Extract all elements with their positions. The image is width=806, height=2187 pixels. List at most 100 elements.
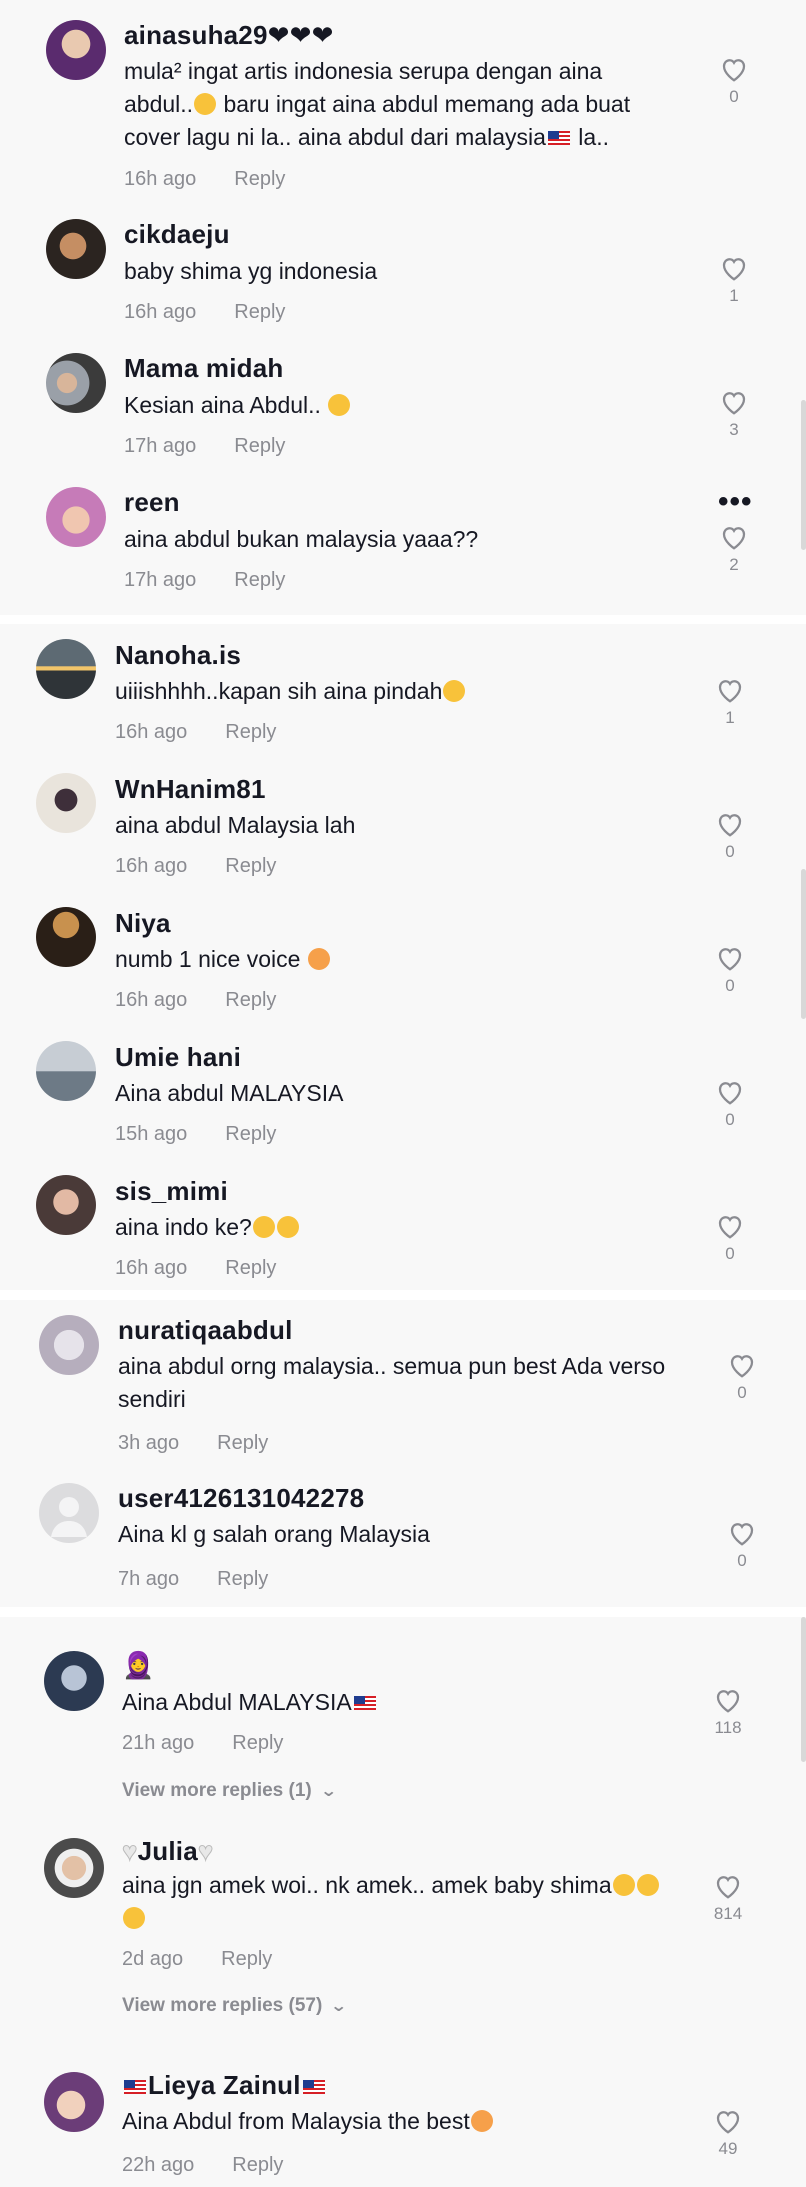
avatar[interactable] [46,20,106,80]
reply-button[interactable]: Reply [225,855,276,877]
avatar[interactable] [44,2072,104,2132]
like-count: 814 [713,1904,743,1923]
comment-text: numb 1 nice voice [115,943,655,976]
avatar[interactable] [44,1651,104,1711]
avatar[interactable] [36,907,96,967]
reply-button[interactable]: Reply [234,569,285,591]
view-more-replies-button[interactable]: View more replies (1) ⌄ [122,1780,337,1802]
comment-username[interactable]: Nanoha.is [115,639,241,671]
comment-time: 15h ago [115,1123,188,1145]
comment-meta: 16h ago Reply [124,166,285,192]
comment-username[interactable]: user4126131042278 [118,1482,364,1514]
heart-outline-icon [718,814,742,837]
like-button[interactable]: 1 [714,254,754,306]
comment-username[interactable]: sis_mimi [115,1175,228,1207]
comment-meta: 21h ago Reply [122,1730,283,1756]
default-avatar-icon [51,1497,87,1537]
comment-username[interactable]: Lieya Zainul [122,2069,327,2101]
avatar[interactable] [46,353,106,413]
comment-item: user4126131042278 Aina kl g salah orang … [0,1468,806,1607]
comment-username[interactable]: Umie hani [115,1041,241,1073]
chevron-down-icon: ⌄ [330,1998,348,2015]
like-button[interactable]: 0 [710,1078,750,1130]
like-button[interactable]: 0 [710,944,750,996]
heart-outline-icon [716,1690,740,1713]
comment-username[interactable]: nuratiqaabdul [118,1314,293,1346]
reply-button[interactable]: Reply [234,435,285,457]
reply-button[interactable]: Reply [234,168,285,190]
avatar[interactable] [46,219,106,279]
like-count: 1 [725,708,735,727]
heart-outline-icon [722,258,746,281]
comment-username[interactable]: reen [124,486,180,518]
like-button[interactable]: 49 [708,2107,748,2159]
heart-outline-icon [730,1355,754,1378]
comment-username[interactable]: 🧕 [122,1649,155,1681]
comment-item: Umie hani Aina abdul MALAYSIA 15h ago Rep… [0,1026,806,1160]
comment-username[interactable]: cikdaeju [124,218,230,250]
comment-meta: 16h ago Reply [115,853,276,879]
reply-button[interactable]: Reply [225,1123,276,1145]
like-button[interactable]: 2 [714,523,754,575]
like-count: 118 [714,1718,742,1737]
avatar[interactable] [36,1041,96,1101]
comment-username[interactable]: Mama midah [124,352,284,384]
like-button[interactable]: 1 [710,676,750,728]
heart-outline-icon [716,2111,740,2134]
comment-text: mula² ingat artis indonesia serupa denga… [124,58,631,150]
reply-button[interactable]: Reply [225,989,276,1011]
comment-time: 17h ago [124,435,197,457]
comment-username[interactable]: ainasuha29❤❤❤ [124,19,334,51]
reply-button[interactable]: Reply [232,2154,283,2176]
like-button[interactable]: 118 [708,1686,748,1738]
comment-meta: 3h ago Reply [118,1430,268,1456]
malaysia-flag-icon [302,2080,325,2094]
like-button[interactable]: 0 [710,1212,750,1264]
comment-text: Aina Abdul from Malaysia the best [122,2105,662,2138]
comment-time: 2d ago [122,1948,184,1970]
avatar[interactable] [36,773,96,833]
comment-time: 16h ago [115,855,188,877]
like-button[interactable]: 0 [710,810,750,862]
comment-text: aina abdul Malaysia lah [115,812,356,838]
avatar[interactable] [46,487,106,547]
comment-meta: 17h ago Reply [124,433,285,459]
comment-text: Aina kl g salah orang Malaysia [118,1521,430,1547]
comment-text: baby shima yg indonesia [124,258,378,284]
reply-button[interactable]: Reply [234,301,285,323]
malaysia-flag-icon [124,2080,146,2094]
avatar[interactable] [39,1315,99,1375]
avatar[interactable] [36,639,96,699]
reply-button[interactable]: Reply [217,1432,268,1454]
reply-button[interactable]: Reply [221,1948,272,1970]
avatar[interactable] [36,1175,96,1235]
smiling-hearts-emoji-icon [307,948,330,970]
reply-button[interactable]: Reply [217,1568,268,1590]
like-button[interactable]: 3 [714,388,754,440]
reply-button[interactable]: Reply [225,1257,276,1279]
reply-button[interactable]: Reply [225,721,276,743]
reply-button[interactable]: Reply [232,1732,283,1754]
comment-username[interactable]: WnHanim81 [115,773,266,805]
like-button[interactable]: 0 [722,1519,762,1571]
like-button[interactable]: 814 [708,1872,748,1924]
comment-time: 16h ago [124,168,197,190]
malaysia-flag-icon [353,1696,376,1710]
like-button[interactable]: 0 [714,55,754,107]
comment-username[interactable]: ♥Julia♥ [122,1835,214,1867]
comment-item: nuratiqaabdul aina abdul orng malaysia..… [0,1300,806,1468]
like-button[interactable]: 0 [722,1351,762,1403]
comment-item: Niya numb 1 nice voice 16h ago Reply 0 [0,892,806,1026]
comment-meta: 22h ago Reply [122,2152,283,2178]
malaysia-flag-icon [547,131,570,145]
laughing-emoji-icon [636,1874,659,1896]
comment-meta: 7h ago Reply [118,1566,268,1592]
more-dots-icon[interactable]: ••• [718,487,753,517]
comments-screenshot-4: 🧕 Aina Abdul MALAYSIA 21h ago Reply View … [0,1617,806,2187]
avatar[interactable] [39,1483,99,1543]
comment-username[interactable]: Niya [115,907,171,939]
comment-item: ainasuha29❤❤❤ mula² ingat artis indonesi… [0,0,806,200]
like-count: 0 [725,1110,735,1129]
avatar[interactable] [44,1838,104,1898]
view-more-replies-button[interactable]: View more replies (57) ⌄ [122,1995,348,2017]
